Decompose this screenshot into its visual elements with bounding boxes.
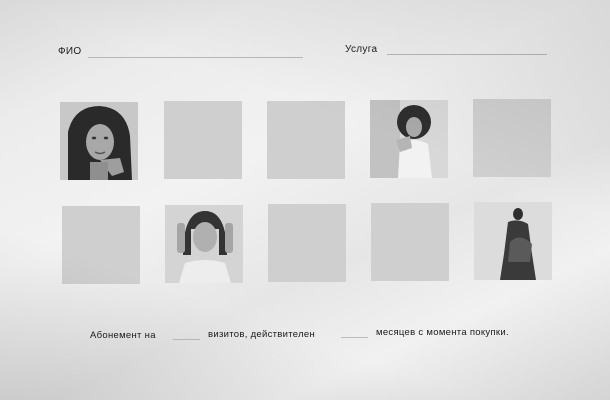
footer-months-text: месяцев с момента покупки. (376, 327, 509, 338)
visit-stamp-photo-1 (60, 102, 138, 180)
visit-stamp-photo-10 (474, 202, 552, 280)
visit-stamp-photo-7 (165, 205, 243, 283)
visit-stamp-empty-9[interactable] (371, 203, 449, 281)
visit-stamp-empty-6[interactable] (62, 206, 140, 284)
visit-stamp-empty-5[interactable] (473, 99, 551, 177)
visit-stamp-empty-3[interactable] (267, 101, 345, 179)
footer-subscription-text: Абонемент на (90, 330, 156, 341)
visit-stamp-photo-4 (370, 100, 448, 178)
service-field-line[interactable] (387, 54, 547, 55)
portrait-photo-icon (60, 102, 138, 180)
visits-count-blank[interactable] (173, 339, 200, 340)
name-label: ФИО (58, 46, 82, 57)
months-count-blank[interactable] (341, 337, 368, 338)
portrait-photo-icon (370, 100, 448, 178)
portrait-photo-icon (474, 202, 552, 280)
service-label: Услуга (345, 44, 378, 55)
visit-stamp-empty-2[interactable] (164, 101, 242, 179)
visit-stamp-empty-8[interactable] (268, 204, 346, 282)
name-field-line[interactable] (88, 57, 303, 58)
footer-visits-valid-text: визитов, действителен (208, 329, 316, 340)
portrait-photo-icon (165, 205, 243, 283)
